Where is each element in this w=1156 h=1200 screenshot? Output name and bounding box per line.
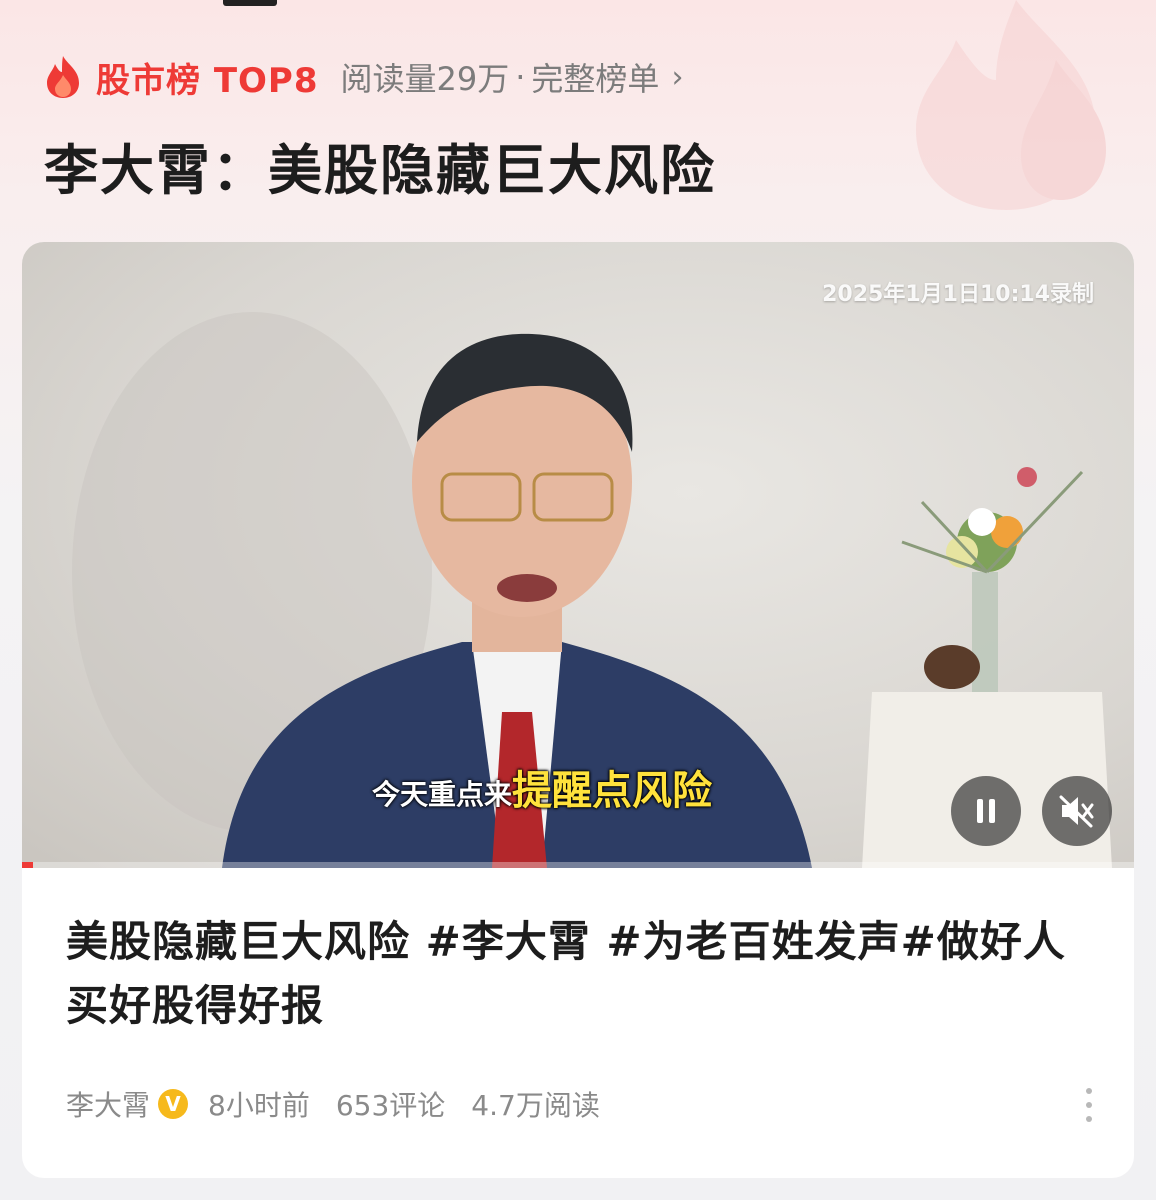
flame-icon: [47, 56, 79, 98]
mute-button[interactable]: [1042, 776, 1112, 846]
post-description[interactable]: 美股隐藏巨大风险 #李大霄 #为老百姓发声#做好人买好股得好报: [66, 910, 1096, 1038]
separator-dot: ·: [515, 58, 526, 96]
post-card[interactable]: 2025年1月1日10:14录制 今天重点来提醒点风险 美股隐藏巨大风险 #李大…: [22, 242, 1134, 1178]
video-subtitle: 今天重点来提醒点风险: [372, 758, 712, 816]
author-name[interactable]: 李大霄: [66, 1084, 150, 1124]
video-player[interactable]: 2025年1月1日10:14录制 今天重点来提醒点风险: [22, 242, 1134, 868]
read-stat: 4.7万阅读: [471, 1089, 600, 1122]
background-flame-decoration: [916, 0, 1106, 210]
ranking-bar[interactable]: 股市榜 TOP8 阅读量29万 · 完整榜单 ›: [44, 52, 683, 102]
verified-badge-icon: V: [158, 1089, 189, 1119]
pause-button[interactable]: [951, 776, 1021, 846]
read-count: 阅读量29万: [340, 60, 510, 98]
chevron-right-icon[interactable]: ›: [671, 60, 683, 95]
status-notch: [223, 0, 277, 6]
more-vertical-icon[interactable]: [1084, 1088, 1094, 1122]
subtitle-plain: 今天重点来: [372, 778, 513, 811]
video-progress-bar[interactable]: [22, 862, 1134, 868]
full-list-link[interactable]: 完整榜单: [531, 54, 659, 100]
pause-icon: [977, 799, 995, 823]
ranking-label[interactable]: 股市榜 TOP8: [96, 53, 319, 102]
subtitle-highlight: 提醒点风险: [512, 768, 713, 814]
recording-timestamp: 2025年1月1日10:14录制: [822, 282, 1094, 307]
post-meta: 李大霄 V 8小时前 653评论 4.7万阅读: [66, 1084, 626, 1124]
volume-muted-icon: [1059, 795, 1094, 828]
video-progress-fill: [22, 862, 34, 868]
post-time: 8小时前: [208, 1089, 310, 1122]
comment-count: 653评论: [335, 1089, 446, 1122]
page-title[interactable]: 李大霄：美股隐藏巨大风险: [44, 126, 716, 205]
